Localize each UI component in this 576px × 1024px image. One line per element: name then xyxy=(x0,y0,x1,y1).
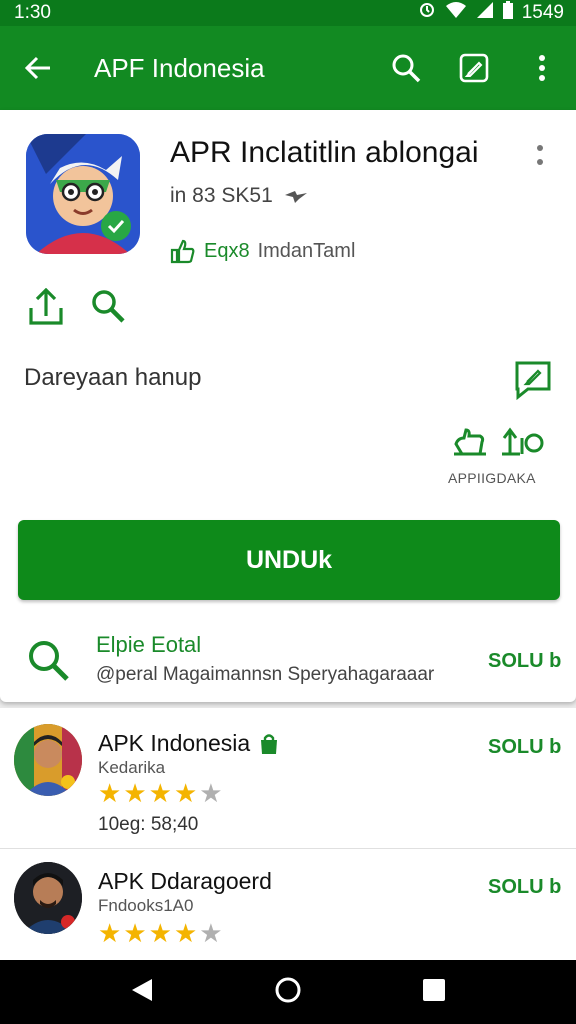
search-icon xyxy=(92,290,125,323)
nav-home-icon xyxy=(275,977,301,1002)
star-icon: ★ xyxy=(123,778,147,808)
upload-count-icon xyxy=(502,427,544,456)
nav-home-button[interactable] xyxy=(274,976,302,1009)
result-subtitle: Kedarika xyxy=(98,758,166,777)
alarm-icon xyxy=(418,1,436,25)
thumbs-up-icon xyxy=(454,428,486,456)
app-description: Dareyaan hanup xyxy=(24,364,202,391)
arrow-back-icon xyxy=(24,56,50,80)
suggestion-title: Elpie Eotal xyxy=(96,632,202,657)
suggestion-subtitle: @peral Magaimannsn Speryahagaraaar xyxy=(96,664,435,685)
stat-icons xyxy=(452,426,546,458)
back-button[interactable] xyxy=(0,26,76,110)
status-time: 1:30 xyxy=(14,2,51,23)
result-subtitle: Fndooks1A0 xyxy=(98,896,194,915)
result-title: APK Indonesia xyxy=(98,730,280,757)
app-search-button[interactable] xyxy=(90,288,126,329)
list-item[interactable]: APK Ddaragoerd Fndooks1A0 ★ ★ ★ ★ ★ SOLU… xyxy=(0,848,576,974)
battery-icon xyxy=(502,1,513,25)
bird-icon xyxy=(284,191,307,203)
star-icon: ★ xyxy=(98,918,122,948)
edit-icon xyxy=(459,53,489,83)
app-icon[interactable] xyxy=(26,134,140,254)
share-icon xyxy=(29,287,63,325)
nav-recents-button[interactable] xyxy=(422,978,446,1007)
app-options-button[interactable] xyxy=(536,144,544,173)
more-vert-icon xyxy=(537,145,543,165)
rating-stars: ★ ★ ★ ★ ★ xyxy=(98,780,223,806)
rating-stars: ★ ★ ★ ★ ★ xyxy=(98,920,223,946)
star-icon: ★ xyxy=(199,778,223,808)
result-title-text: APK Indonesia xyxy=(98,730,251,756)
star-icon: ★ xyxy=(173,778,198,808)
edit-button[interactable] xyxy=(440,26,508,110)
nav-back-icon xyxy=(132,978,152,1001)
star-icon: ★ xyxy=(98,778,122,808)
app-detail-card: APR Inclatitlin ablongai in 83 SK51 Eqx8… xyxy=(0,110,576,702)
list-item[interactable]: APK Indonesia Kedarika ★ ★ ★ ★ ★ 10eg: 5… xyxy=(0,708,576,835)
star-icon: ★ xyxy=(199,918,223,948)
app-bar: APF Indonesia xyxy=(0,26,576,110)
app-meta: in 83 SK51 xyxy=(170,184,307,208)
system-nav-bar xyxy=(0,960,576,1024)
app-bar-title: APF Indonesia xyxy=(94,52,265,83)
thumbs-up-icon xyxy=(170,239,195,264)
star-icon: ★ xyxy=(148,918,172,948)
suggestion-action[interactable]: SOLU b xyxy=(488,650,561,673)
app-name: APR Inclatitlin ablongai xyxy=(170,136,479,169)
nav-recents-icon xyxy=(423,978,445,1001)
status-bar: 1:30 1549 xyxy=(0,0,576,26)
result-title: APK Ddaragoerd xyxy=(98,868,272,894)
app-tag: Eqx8 ImdanTaml xyxy=(170,238,355,264)
status-icons: 1549 xyxy=(418,1,564,25)
app-tag-text: ImdanTaml xyxy=(257,239,356,262)
result-meta: 10eg: 58;40 xyxy=(98,814,199,835)
wifi-icon xyxy=(445,2,467,24)
overflow-menu-button[interactable] xyxy=(508,26,576,110)
search-icon xyxy=(392,54,421,83)
star-icon: ★ xyxy=(123,918,147,948)
feedback-button[interactable] xyxy=(514,360,552,405)
search-button[interactable] xyxy=(372,26,440,110)
battery-level: 1549 xyxy=(521,2,564,23)
results-list: APK Indonesia Kedarika ★ ★ ★ ★ ★ 10eg: 5… xyxy=(0,708,576,960)
avatar xyxy=(14,724,82,796)
stats-label: APPIIGDAKA xyxy=(448,470,536,486)
search-icon xyxy=(29,641,69,681)
avatar xyxy=(14,862,82,934)
result-action[interactable]: SOLU b xyxy=(488,876,561,899)
nav-back-button[interactable] xyxy=(130,977,154,1008)
share-button[interactable] xyxy=(28,287,64,331)
star-icon: ★ xyxy=(148,778,172,808)
app-tag-highlight: Eqx8 xyxy=(204,239,250,262)
install-button[interactable]: UNDUk xyxy=(18,520,560,600)
app-meta-text: in 83 SK51 xyxy=(170,184,273,207)
feedback-icon xyxy=(515,361,551,401)
star-icon: ★ xyxy=(173,918,198,948)
search-suggestion-row[interactable]: Elpie Eotal @peral Magaimannsn Speryahag… xyxy=(0,620,576,700)
suggestion-search-icon xyxy=(26,638,70,687)
more-vert-icon xyxy=(539,55,545,81)
signal-icon xyxy=(476,1,494,25)
result-action[interactable]: SOLU b xyxy=(488,736,561,759)
shopping-bag-icon xyxy=(261,733,278,754)
